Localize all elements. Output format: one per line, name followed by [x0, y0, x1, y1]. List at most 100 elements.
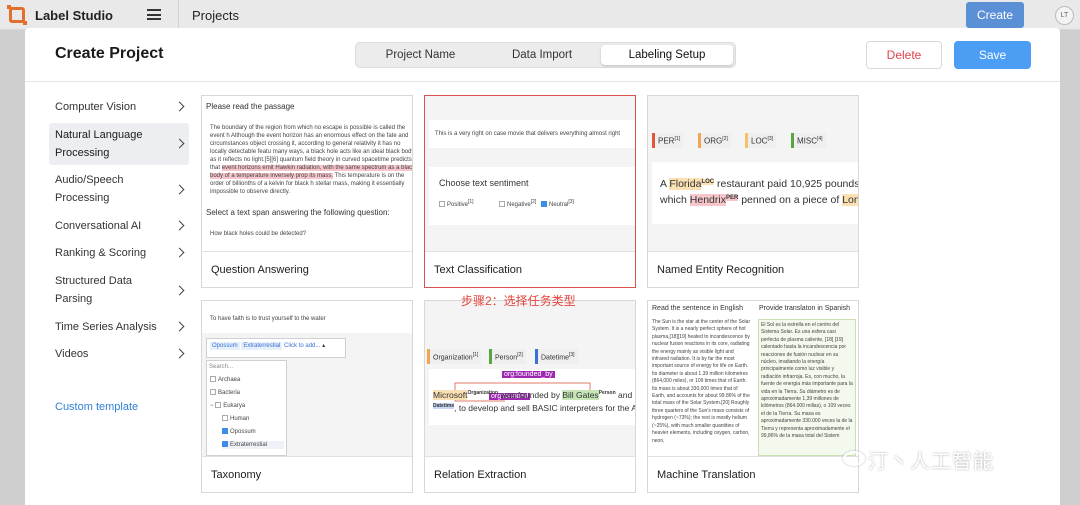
tax-add-placeholder[interactable]: Click to add... [284, 343, 320, 349]
template-card-question-answering[interactable]: Please read the passage The boundary of … [201, 95, 413, 288]
sidebar-item-ranking-scoring[interactable]: Ranking & Scoring [49, 244, 189, 262]
ner-tag-loc[interactable]: LOC[3] [745, 133, 777, 148]
create-project-button[interactable]: Create [966, 2, 1024, 28]
re-entity-microsoft[interactable]: Microsoft [433, 389, 468, 400]
ner-text: restaurant paid 10,925 pounds [714, 178, 858, 190]
collapse-icon[interactable]: − [210, 403, 214, 409]
chevron-right-icon [174, 247, 185, 258]
tax-tree-item[interactable]: Human [222, 415, 249, 423]
template-card-text-classification[interactable]: This is a very right on case movie that … [424, 95, 636, 288]
tax-selected-chip[interactable]: Extraterrestial [241, 342, 283, 350]
sidebar-item-time-series[interactable]: Time Series Analysis [49, 318, 189, 336]
ner-entity-florida[interactable]: Florida [669, 178, 702, 190]
template-card-machine-translation[interactable]: Read the sentence in English Provide tra… [647, 300, 859, 493]
sidebar-item-label: Time Series Analysis [55, 321, 157, 333]
tab-labeling-setup[interactable]: Labeling Setup [601, 45, 733, 65]
relation-arrows [454, 382, 591, 402]
tax-tree-label: Human [230, 416, 250, 422]
mt-preview: Read the sentence in English Provide tra… [648, 301, 858, 456]
sidebar-item-label: Natural Language Processing [55, 129, 143, 159]
re-text: was founded by [498, 389, 563, 400]
re-entity-bill-gates[interactable]: Bill Gates [562, 389, 599, 400]
custom-template-link[interactable]: Custom template [55, 401, 138, 413]
ner-tag-misc[interactable]: MISC[4] [791, 133, 826, 148]
tax-search-input[interactable]: Search... [209, 363, 233, 371]
ner-tag-org[interactable]: ORG[2] [698, 133, 731, 148]
sidebar-item-nlp[interactable]: Natural Language Processing [49, 123, 189, 165]
app-name[interactable]: Label Studio [35, 8, 113, 23]
tc-preview: This is a very right on case movie that … [425, 96, 635, 251]
modal-header: Create Project Project Name Data Import … [25, 28, 1060, 82]
re-text: and P [618, 389, 635, 400]
tab-project-name[interactable]: Project Name [358, 45, 483, 65]
mt-right-title: Provide translaton in Spanish [759, 305, 851, 312]
ner-line-2: which HendrixPER penned on a piece of Lo… [660, 194, 858, 206]
tag-label: PER [658, 136, 675, 146]
template-label: Taxonomy [211, 469, 262, 481]
ner-entity-tag: PER [725, 194, 739, 201]
checkbox-icon [215, 402, 222, 409]
tax-tree-item[interactable]: Opossum [222, 428, 256, 436]
tc-option-positive[interactable]: Positive[1] [439, 198, 474, 209]
sidebar-item-structured-data[interactable]: Structured Data Parsing [49, 272, 189, 310]
sidebar-item-conversational-ai[interactable]: Conversational AI [49, 217, 189, 235]
ner-text: which [660, 194, 690, 206]
relation-label[interactable]: org:founded_by [502, 371, 555, 378]
menu-icon[interactable] [147, 9, 161, 20]
re-entity-tag: Datetime [433, 403, 455, 409]
option-label: Positive [447, 202, 469, 208]
tag-hotkey: [3] [767, 136, 774, 142]
qa-question: How black holes could be detected? [210, 231, 307, 237]
chevron-right-icon [174, 348, 185, 359]
tax-preview: To have faith is to trust yourself to th… [202, 301, 412, 456]
app-top-bar: Label Studio Projects Create LT [0, 0, 1080, 30]
chevron-right-icon [174, 321, 185, 332]
tax-selected[interactable]: Opossum Extraterrestial Click to add... … [210, 342, 325, 350]
template-card-relation-extraction[interactable]: Organization[1] Person[2] Datetime[3] or… [424, 300, 636, 493]
checkbox-checked-icon [541, 201, 547, 208]
sidebar-item-computer-vision[interactable]: Computer Vision [49, 98, 189, 116]
checkbox-icon [210, 389, 216, 396]
tag-label: ORG [704, 136, 723, 146]
checkbox-icon [210, 376, 216, 383]
tax-tree-item[interactable]: Archaea [210, 376, 240, 384]
ner-entity-tag: LOC [701, 178, 715, 185]
watermark: 汀丶人工智能 [868, 451, 994, 473]
tag-hotkey: [1] [674, 136, 681, 142]
sidebar-item-label: Computer Vision [55, 101, 137, 113]
sidebar-item-videos[interactable]: Videos [49, 345, 189, 363]
template-card-ner[interactable]: PER[1] ORG[2] LOC[3] MISC[4] A FloridaLO… [647, 95, 859, 288]
template-card-taxonomy[interactable]: To have faith is to trust yourself to th… [201, 300, 413, 493]
tax-tree-item[interactable]: − Eukarya [210, 402, 245, 410]
tax-tree-item[interactable]: Bacteria [210, 389, 240, 397]
re-sentence-line-1: MicrosoftOrganization was founded by Bil… [433, 387, 635, 401]
mt-translation-textarea[interactable]: El Sol es la estrella en el centro del S… [758, 319, 856, 456]
checkbox-icon [222, 415, 228, 422]
chevron-right-icon [174, 220, 185, 231]
qa-prompt: Select a text span answering the followi… [206, 208, 390, 217]
delete-button[interactable]: Delete [866, 41, 942, 69]
checkbox-checked-icon [222, 441, 228, 448]
sidebar-item-label: Structured Data Parsing [55, 275, 133, 305]
bar-divider [178, 0, 179, 30]
avatar[interactable]: LT [1055, 6, 1074, 25]
template-label: Named Entity Recognition [657, 264, 785, 276]
save-button[interactable]: Save [954, 41, 1031, 69]
dropdown-caret-icon[interactable]: ▴ [322, 343, 325, 349]
tax-tree-label: Extraterrestial [230, 442, 268, 448]
tax-selected-chip[interactable]: Opossum [210, 342, 240, 350]
create-project-modal: Create Project Project Name Data Import … [25, 28, 1060, 505]
tax-tree-label: Bacteria [218, 390, 241, 396]
tc-option-negative[interactable]: Negative[2] [499, 198, 536, 209]
sidebar-item-audio-speech[interactable]: Audio/Speech Processing [49, 171, 189, 209]
tax-tree-item[interactable]: Extraterrestial [222, 441, 284, 449]
chevron-right-icon [174, 184, 185, 195]
ner-tag-per[interactable]: PER[1] [652, 133, 684, 148]
breadcrumb-projects[interactable]: Projects [192, 8, 239, 23]
tc-option-neutral[interactable]: Neutral[3] [541, 198, 574, 209]
tag-hotkey: [4] [817, 136, 823, 142]
tab-data-import[interactable]: Data Import [483, 45, 601, 65]
label-studio-logo-icon[interactable] [7, 5, 27, 25]
ner-entity-hendrix[interactable]: Hendrix [689, 194, 726, 206]
template-label: Relation Extraction [434, 469, 527, 481]
